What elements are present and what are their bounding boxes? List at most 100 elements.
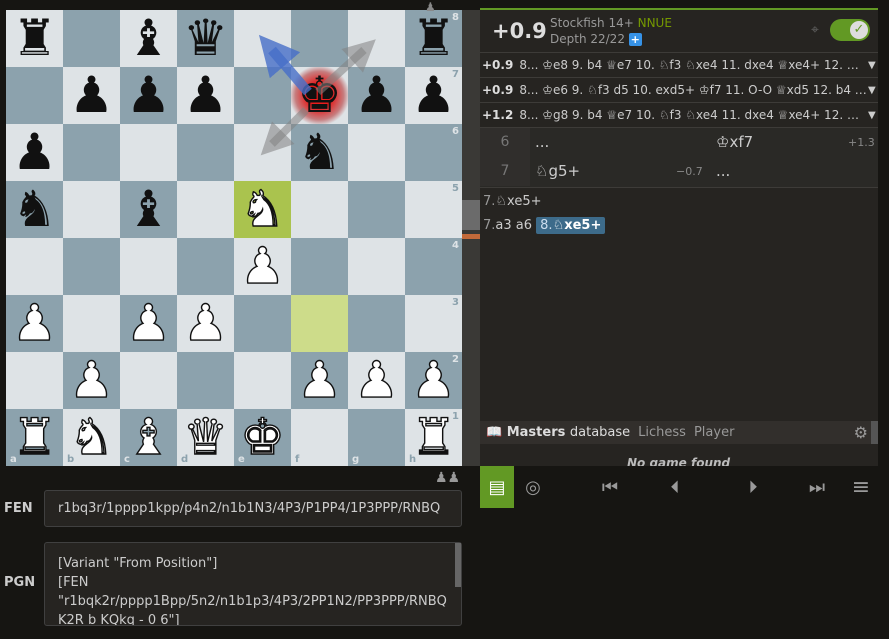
black-pawn-icon[interactable]: ♟ [69,67,114,124]
variation-moves[interactable]: a3 a6 [495,218,532,233]
square-d7[interactable]: ♟ [177,67,234,124]
square-e7[interactable] [234,67,291,124]
black-pawn-icon[interactable]: ♟ [126,67,171,124]
square-b4[interactable] [63,238,120,295]
square-f3[interactable] [291,295,348,352]
last-move-button[interactable]: ⏭ [802,466,832,508]
pv-line[interactable]: +0.9 8... ♔e6 9. ♘f3 d5 10. exd5+ ♔f7 11.… [480,78,878,103]
variation-line[interactable]: 7.♘xe5+ [480,190,542,214]
white-knight-icon[interactable]: ♞ [239,180,285,238]
square-a3[interactable]: ♟ [6,294,63,352]
square-f5[interactable] [291,181,348,238]
pv-moves[interactable]: 8... ♔e8 9. b4 ♕e7 10. ♘f3 ♘xe4 11. dxe4… [519,58,868,72]
square-c2[interactable] [120,352,177,409]
square-e3[interactable] [234,295,291,352]
square-g1[interactable]: g [348,409,405,466]
move-black[interactable]: ♔xf7 [716,128,753,157]
chevron-down-icon[interactable]: ▼ [868,85,878,96]
chess-board[interactable]: ♜ ♝ ♛ ♜ 8 ♟ ♟ ♟ ♚ ♟ ♟ 7 ♟ ♞ 6 ♞ ♝ ♞ 5 ♟ 4 ♟ ♟ ♟ 3 ♟ ♟ ♟ ♟ 2 ♜ a ♞ b ♝ c ♛ d ♚ e… [6,10,462,466]
square-d6[interactable] [177,124,234,181]
move-white[interactable]: ... [535,128,549,157]
square-b1[interactable]: ♞ b [63,408,120,466]
white-pawn-icon[interactable]: ♟ [11,294,57,352]
white-rook-icon[interactable]: ♜ [11,408,57,466]
pv-moves[interactable]: 8... ♔e6 9. ♘f3 d5 10. exd5+ ♔f7 11. O-O… [519,83,868,97]
chevron-down-icon[interactable]: ▼ [868,110,878,121]
move-black[interactable]: ... [716,157,730,186]
square-g5[interactable] [348,181,405,238]
black-king-icon[interactable]: ♚ [297,67,342,124]
white-bishop-icon[interactable]: ♝ [125,408,171,466]
white-pawn-icon[interactable]: ♟ [68,351,114,409]
square-f4[interactable] [291,238,348,295]
square-e1[interactable]: ♚ e [234,408,291,466]
square-e6[interactable] [234,124,291,181]
pgn-scrollbar[interactable] [455,543,461,587]
tab-masters[interactable]: 📖 Masters database [480,425,630,440]
black-knight-icon[interactable]: ♞ [297,124,342,181]
square-c5[interactable]: ♝ [120,181,177,238]
pgn-textarea[interactable]: [Variant "From Position"] [FEN "r1bqk2r/… [44,542,462,626]
white-pawn-icon[interactable]: ♟ [410,351,456,409]
black-pawn-icon[interactable]: ♟ [12,124,57,181]
white-pawn-icon[interactable]: ♟ [239,237,285,295]
target-icon[interactable]: ⌖ [811,22,819,38]
white-knight-icon[interactable]: ♞ [68,408,114,466]
white-pawn-icon[interactable]: ♟ [125,294,171,352]
square-c7[interactable]: ♟ [120,67,177,124]
white-rook-icon[interactable]: ♜ [410,408,456,466]
square-h5[interactable]: 5 [405,181,462,238]
black-pawn-icon[interactable]: ♟ [354,67,399,124]
square-g2[interactable]: ♟ [348,351,405,409]
square-c6[interactable] [120,124,177,181]
square-d5[interactable] [177,181,234,238]
opening-explorer-button[interactable]: ▤ [480,466,514,508]
depth-plus-icon[interactable]: + [628,33,642,46]
square-b5[interactable] [63,181,120,238]
chevron-down-icon[interactable]: ▼ [868,60,878,71]
move-white[interactable]: ♘g5+ [535,157,580,186]
square-f2[interactable]: ♟ [291,351,348,409]
white-pawn-icon[interactable]: ♟ [296,351,342,409]
square-b2[interactable]: ♟ [63,351,120,409]
square-f1[interactable]: f [291,409,348,466]
square-f6[interactable]: ♞ [291,124,348,181]
square-a8[interactable]: ♜ [6,10,63,67]
square-d1[interactable]: ♛ d [177,408,234,466]
square-d4[interactable] [177,238,234,295]
white-pawn-icon[interactable]: ♟ [182,294,228,352]
square-h8[interactable]: ♜ 8 [405,10,462,67]
white-queen-icon[interactable]: ♛ [182,408,228,466]
black-queen-icon[interactable]: ♛ [183,10,228,67]
square-c1[interactable]: ♝ c [120,408,177,466]
pv-moves[interactable]: 8... ♔g8 9. b4 ♕e7 10. ♘f3 ♘xe4 11. dxe4… [519,108,868,122]
gear-icon[interactable]: ⚙ [854,423,868,442]
square-c4[interactable] [120,238,177,295]
square-c8[interactable]: ♝ [120,10,177,67]
variation-move[interactable]: ♘xe5+ [495,194,541,209]
tab-player[interactable]: Player [686,425,734,440]
square-e4[interactable]: ♟ [234,237,291,295]
black-rook-icon[interactable]: ♜ [12,10,57,67]
square-g8[interactable] [348,10,405,67]
black-pawn-icon[interactable]: ♟ [411,67,456,124]
square-h2[interactable]: ♟ 2 [405,351,462,409]
black-knight-icon[interactable]: ♞ [12,181,57,238]
tab-lichess[interactable]: Lichess [630,425,686,440]
variation-line[interactable]: 7.a3 a6 8.♘xe5+ [480,214,606,238]
white-king-icon[interactable]: ♚ [239,408,285,466]
square-b8[interactable] [63,10,120,67]
square-g4[interactable] [348,238,405,295]
first-move-button[interactable]: ⏮ [595,466,625,508]
square-d2[interactable] [177,352,234,409]
square-a5[interactable]: ♞ [6,181,63,238]
pv-line[interactable]: +0.9 8... ♔e8 9. b4 ♕e7 10. ♘f3 ♘xe4 11. … [480,53,878,78]
square-b7[interactable]: ♟ [63,67,120,124]
square-f8[interactable] [291,10,348,67]
menu-button[interactable]: ≡ [846,466,876,508]
pv-line[interactable]: +1.2 8... ♔g8 9. b4 ♕e7 10. ♘f3 ♘xe4 11. … [480,103,878,128]
square-h3[interactable]: 3 [405,295,462,352]
square-a1[interactable]: ♜ a [6,408,63,466]
square-h6[interactable]: 6 [405,124,462,181]
square-g7[interactable]: ♟ [348,67,405,124]
